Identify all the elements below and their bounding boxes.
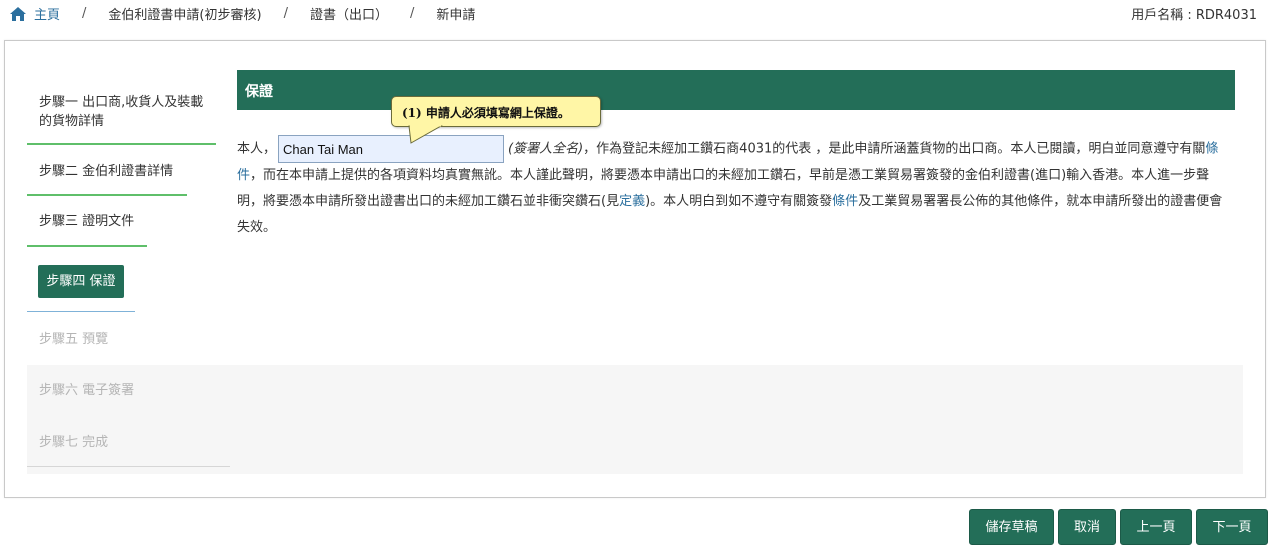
signatory-name-hint: (簽署人全名) [508,141,584,157]
declaration-text-3: )。本人明白到如不遵守有關簽發 [645,194,833,209]
breadcrumb-separator: / [283,6,288,21]
step-1-underline [27,143,216,145]
next-page-button[interactable]: 下一頁 [1196,509,1268,545]
conditions-link-2[interactable]: 條件 [832,194,858,209]
tooltip-pointer-icon [408,125,443,144]
step-5-preview: 步驟五 預覽 [39,332,109,347]
disabled-steps-background [27,365,1243,474]
declaration-prefix: 本人， [237,141,277,157]
step-4-declaration-active[interactable]: 步驟四 保證 [38,265,124,298]
home-icon[interactable] [10,6,26,21]
step-4-underline [27,311,135,312]
definition-link[interactable]: 定義 [619,194,645,209]
save-draft-button[interactable]: 儲存草稿 [969,509,1054,545]
breadcrumb: 主頁 / 金伯利證書申請(初步審核) / 證書（出口） / 新申請 [10,4,475,23]
breadcrumb-home-link[interactable]: 主頁 [34,4,60,23]
breadcrumb-separator: / [409,6,415,21]
main-panel: 步驟一 出口商,收貨人及裝載的貨物詳情 步驟二 金伯利證書詳情 步驟三 證明文件… [4,40,1266,498]
step-3-supporting-documents[interactable]: 步驟三 證明文件 [39,212,134,231]
step-3-underline [27,245,147,247]
validation-tooltip: (1) 申請人必須填寫網上保證。 [391,96,601,127]
validation-tooltip-text: (1) 申請人必須填寫網上保證。 [402,106,570,120]
step-6-e-signature: 步驟六 電子簽署 [39,383,135,398]
section-title: 保證 [245,84,273,100]
breadcrumb-item-kp-application[interactable]: 金伯利證書申請(初步審核) [108,4,261,23]
declaration-paragraph: 本人， (簽署人全名)，作為登記未經加工鑽石商4031的代表 ，是此申請所涵蓋貨物… [237,135,1235,241]
step-2-kp-certificate-details[interactable]: 步驟二 金伯利證書詳情 [39,162,173,181]
previous-page-button[interactable]: 上一頁 [1120,509,1192,545]
step-7-underline [27,466,230,467]
step-7-complete: 步驟七 完成 [39,435,109,450]
breadcrumb-separator: / [82,6,87,21]
step-1-exporter-details[interactable]: 步驟一 出口商,收貨人及裝載的貨物詳情 [39,93,209,131]
breadcrumb-item-certificate-export[interactable]: 證書（出口） [310,4,388,23]
cancel-button[interactable]: 取消 [1058,509,1116,545]
breadcrumb-item-new-application: 新申請 [436,8,476,23]
user-name-label: 用戶名稱 : RDR4031 [1131,8,1257,23]
top-bar: 主頁 / 金伯利證書申請(初步審核) / 證書（出口） / 新申請 用戶名稱 :… [0,0,1271,26]
signatory-name-input[interactable] [278,135,505,163]
declaration-text-1: ，作為登記未經加工鑽石商4031的代表 ，是此申請所涵蓋貨物的出口商。本人已閱讀… [583,141,1206,157]
step-2-underline [27,194,187,196]
section-header: 保證 [237,70,1235,110]
